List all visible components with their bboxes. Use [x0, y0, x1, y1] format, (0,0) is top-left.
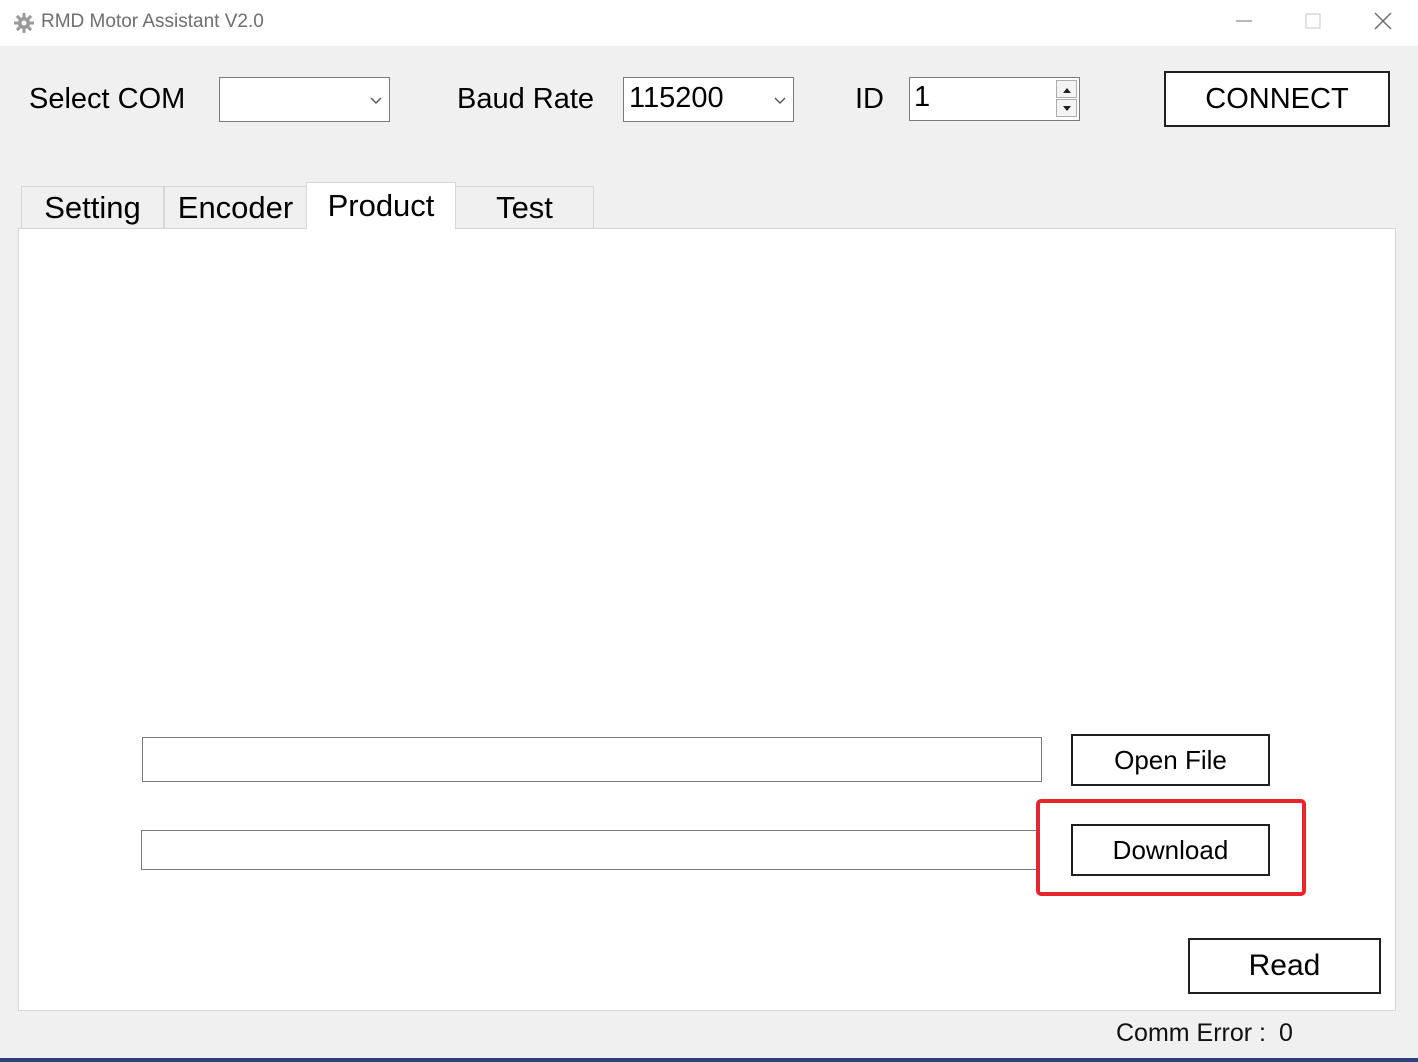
minimize-button[interactable] — [1210, 0, 1278, 46]
chevron-down-icon — [773, 93, 787, 107]
window-title: RMD Motor Assistant V2.0 — [41, 11, 264, 32]
baud-rate-value: 115200 — [629, 82, 724, 114]
stepper-down-button[interactable] — [1056, 99, 1077, 117]
select-com-label: Select COM — [29, 83, 186, 115]
file-path-input[interactable] — [142, 737, 1042, 782]
download-progress-field — [141, 830, 1039, 870]
maximize-button[interactable] — [1279, 0, 1347, 46]
comm-error-status: Comm Error : 0 — [1116, 1019, 1293, 1048]
window-bottom-border — [0, 1058, 1418, 1062]
chevron-down-icon — [369, 93, 383, 107]
app-window: RMD Motor Assistant V2.0 Select COM Baud… — [0, 0, 1418, 1062]
gear-icon — [13, 12, 35, 34]
comm-error-label: Comm Error : — [1116, 1019, 1266, 1047]
baud-rate-label: Baud Rate — [457, 83, 595, 115]
caret-down-icon — [1062, 99, 1071, 117]
caret-up-icon — [1062, 80, 1071, 98]
connect-button[interactable]: CONNECT — [1164, 71, 1390, 127]
tab-setting[interactable]: Setting — [21, 186, 164, 229]
title-bar[interactable]: RMD Motor Assistant V2.0 — [0, 0, 1418, 46]
tab-encoder[interactable]: Encoder — [164, 186, 307, 229]
stepper-buttons — [1056, 80, 1077, 118]
stepper-up-button[interactable] — [1056, 80, 1077, 98]
com-port-select[interactable] — [219, 77, 390, 122]
id-stepper[interactable]: 1 — [909, 77, 1080, 121]
minimize-icon — [1236, 13, 1252, 34]
id-label: ID — [855, 83, 884, 115]
close-icon — [1374, 12, 1392, 35]
close-button[interactable] — [1349, 0, 1417, 46]
id-value: 1 — [914, 81, 931, 113]
maximize-icon — [1305, 12, 1321, 34]
baud-rate-select[interactable]: 115200 — [623, 77, 794, 122]
read-button[interactable]: Read — [1188, 938, 1381, 994]
tab-test[interactable]: Test — [455, 186, 594, 229]
comm-error-count: 0 — [1278, 1019, 1293, 1047]
open-file-button[interactable]: Open File — [1071, 734, 1270, 786]
product-tab-panel — [18, 228, 1396, 1011]
download-button[interactable]: Download — [1071, 824, 1270, 876]
tab-product[interactable]: Product — [306, 182, 456, 229]
